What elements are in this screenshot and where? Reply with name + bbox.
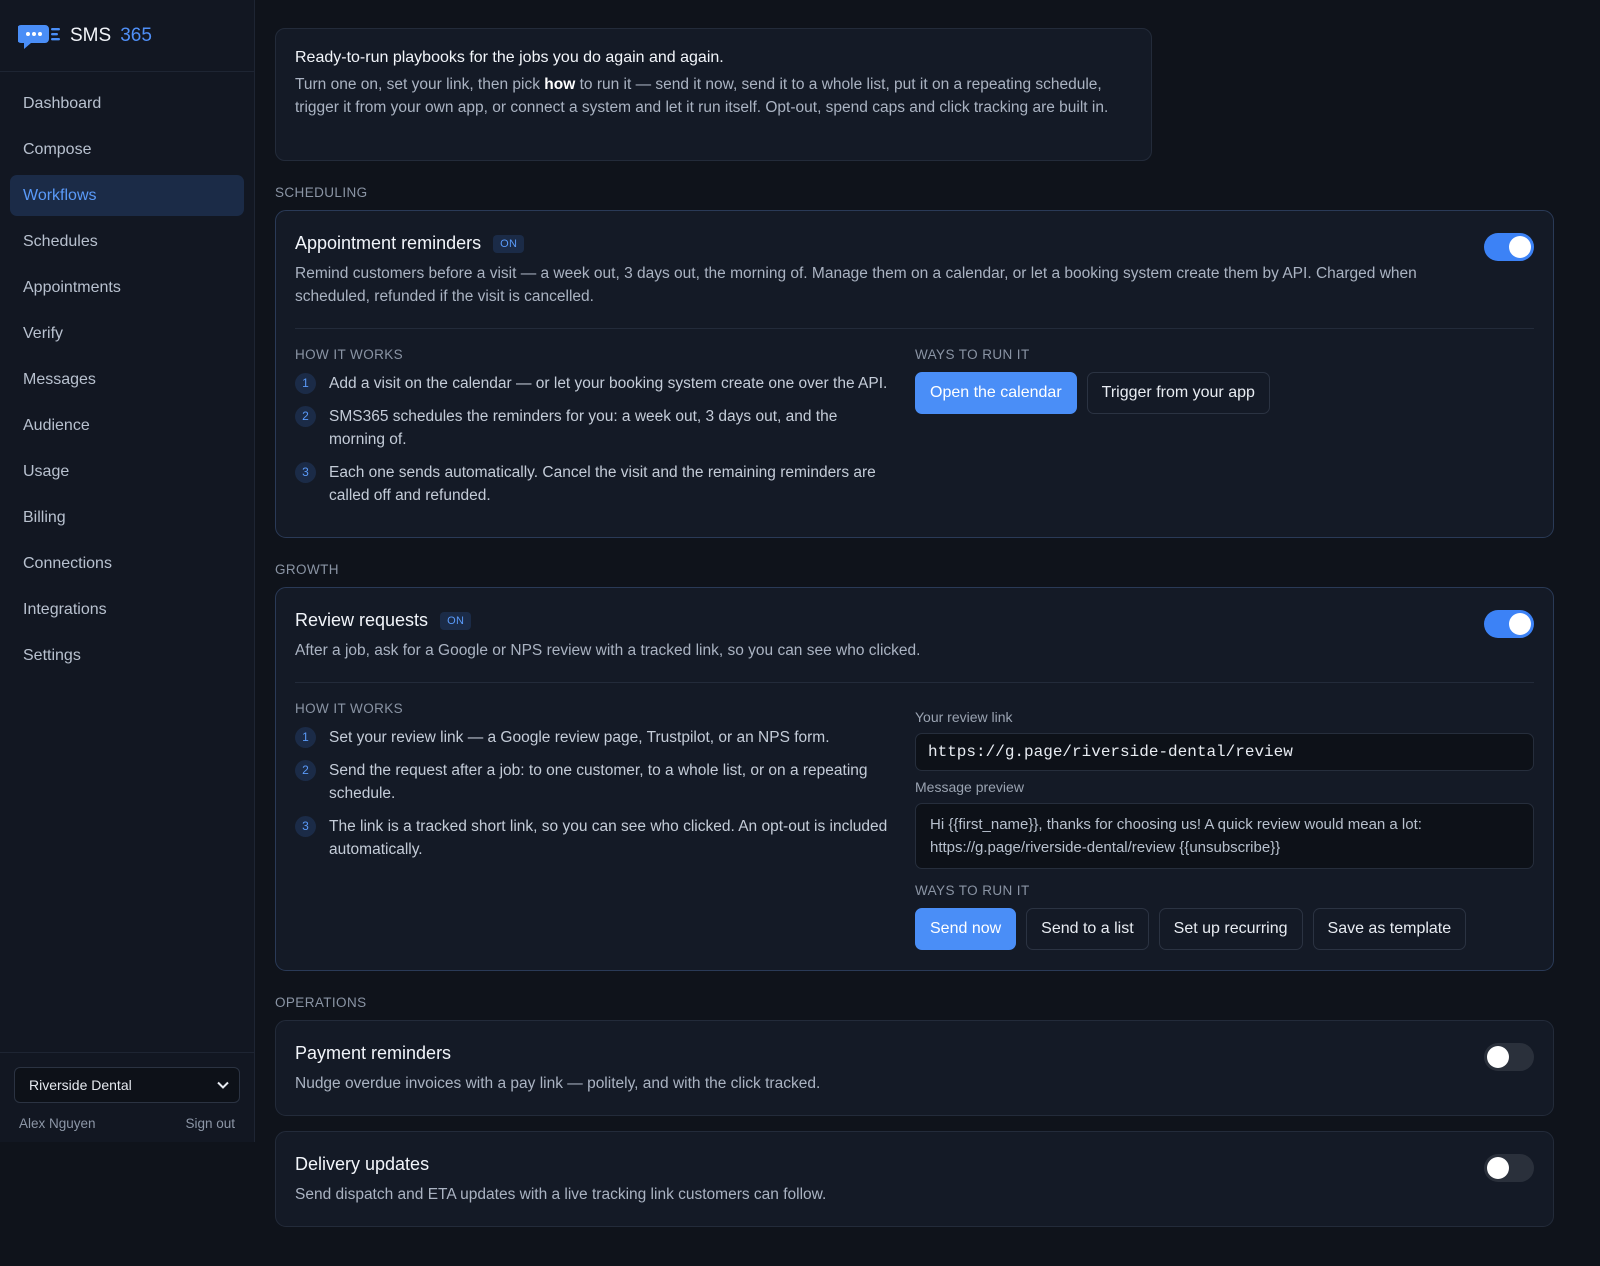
sidebar-item-dashboard[interactable]: Dashboard	[10, 83, 244, 124]
card-description: Send dispatch and ETA updates with a liv…	[295, 1186, 827, 1203]
section-label-operations: OPERATIONS	[275, 995, 367, 1010]
how-it-works-label: HOW IT WORKS	[295, 701, 404, 716]
step-item: 1 Add a visit on the calendar — or let yo…	[295, 372, 895, 395]
intro-body-bold: how	[544, 76, 576, 93]
brand-number: 365	[120, 24, 152, 46]
step-number: 3	[295, 816, 316, 837]
set-up-recurring-button[interactable]: Set up recurring	[1158, 908, 1303, 950]
ways-to-run-label: WAYS TO RUN IT	[915, 883, 1030, 898]
sidebar-item-workflows[interactable]: Workflows	[10, 175, 244, 216]
org-select-value: Riverside Dental	[29, 1077, 132, 1093]
workflow-card-payment-reminders: Payment reminders Nudge overdue invoices…	[275, 1020, 1554, 1116]
step-item: 3 Each one sends automatically. Cancel th…	[295, 461, 895, 507]
toggle-knob	[1509, 236, 1531, 258]
sidebar-footer: Riverside Dental Alex Nguyen Sign out	[0, 1052, 254, 1142]
step-text: SMS365 schedules the reminders for you: …	[329, 408, 838, 448]
sidebar-item-usage[interactable]: Usage	[10, 451, 244, 492]
message-preview: Hi {{first_name}}, thanks for choosing u…	[915, 803, 1534, 869]
open-calendar-button[interactable]: Open the calendar	[915, 372, 1077, 414]
workflow-card-appointment-reminders: Appointment reminders ON Remind customer…	[275, 210, 1554, 538]
status-badge: ON	[493, 234, 525, 253]
card-title: Review requests	[295, 610, 429, 630]
sidebar-item-verify[interactable]: Verify	[10, 313, 244, 354]
sidebar-item-compose[interactable]: Compose	[10, 129, 244, 170]
card-description: After a job, ask for a Google or NPS rev…	[295, 642, 921, 659]
intro-panel: Ready-to-run playbooks for the jobs you …	[275, 28, 1152, 161]
step-number: 1	[295, 373, 316, 394]
step-number: 2	[295, 406, 316, 427]
step-text: Send the request after a job: to one cus…	[329, 762, 868, 802]
sidebar-item-audience[interactable]: Audience	[10, 405, 244, 446]
step-item: 3 The link is a tracked short link, so yo…	[295, 815, 895, 861]
sidebar-nav: Dashboard Compose Workflows Schedules Ap…	[0, 72, 254, 676]
workflow-card-review-requests: Review requests ON After a job, ask for …	[275, 587, 1554, 971]
workflow-card-delivery-updates: Delivery updates Send dispatch and ETA u…	[275, 1131, 1554, 1227]
sidebar-item-billing[interactable]: Billing	[10, 497, 244, 538]
how-it-works-label: HOW IT WORKS	[295, 347, 404, 362]
divider	[295, 682, 1534, 683]
brand-name: SMS	[70, 24, 112, 46]
main-content: Ready-to-run playbooks for the jobs you …	[275, 0, 1555, 1227]
brand[interactable]: SMS 365	[0, 0, 254, 72]
step-item: 2 SMS365 schedules the reminders for you:…	[295, 405, 895, 451]
message-preview-label: Message preview	[915, 779, 1024, 795]
section-label-scheduling: SCHEDULING	[275, 185, 368, 200]
review-link-label: Your review link	[915, 709, 1013, 725]
chat-bubble-logo-icon	[18, 24, 60, 49]
divider	[295, 328, 1534, 329]
toggle-knob	[1487, 1046, 1509, 1068]
review-link-input[interactable]: https://g.page/riverside-dental/review	[915, 733, 1534, 771]
sign-out-link[interactable]: Sign out	[185, 1116, 235, 1131]
card-description: Nudge overdue invoices with a pay link —…	[295, 1075, 821, 1092]
review-requests-toggle[interactable]	[1484, 610, 1534, 638]
status-badge: ON	[440, 611, 472, 630]
appointment-reminders-toggle[interactable]	[1484, 233, 1534, 261]
step-item: 1 Set your review link — a Google review …	[295, 726, 895, 749]
intro-title: Ready-to-run playbooks for the jobs you …	[295, 49, 724, 66]
user-row: Alex Nguyen Sign out	[14, 1116, 240, 1131]
toggle-knob	[1487, 1157, 1509, 1179]
sidebar-item-settings[interactable]: Settings	[10, 635, 244, 676]
trigger-from-app-button[interactable]: Trigger from your app	[1086, 372, 1270, 414]
step-text: Each one sends automatically. Cancel the…	[329, 464, 876, 504]
sidebar-item-schedules[interactable]: Schedules	[10, 221, 244, 262]
step-number: 1	[295, 727, 316, 748]
delivery-updates-toggle[interactable]	[1484, 1154, 1534, 1182]
sidebar-item-connections[interactable]: Connections	[10, 543, 244, 584]
step-text: Add a visit on the calendar — or let you…	[329, 375, 888, 392]
user-name: Alex Nguyen	[19, 1116, 96, 1131]
card-title: Delivery updates	[295, 1154, 430, 1174]
sidebar: SMS 365 Dashboard Compose Workflows Sche…	[0, 0, 255, 1142]
card-title: Payment reminders	[295, 1043, 452, 1063]
org-select[interactable]: Riverside Dental	[14, 1067, 240, 1103]
send-now-button[interactable]: Send now	[915, 908, 1017, 950]
sidebar-item-integrations[interactable]: Integrations	[10, 589, 244, 630]
sidebar-item-appointments[interactable]: Appointments	[10, 267, 244, 308]
step-text: The link is a tracked short link, so you…	[329, 818, 888, 858]
save-as-template-button[interactable]: Save as template	[1312, 908, 1467, 950]
payment-reminders-toggle[interactable]	[1484, 1043, 1534, 1071]
toggle-knob	[1509, 613, 1531, 635]
ways-to-run-label: WAYS TO RUN IT	[915, 347, 1030, 362]
step-number: 3	[295, 462, 316, 483]
section-label-growth: GROWTH	[275, 562, 339, 577]
intro-body: Turn one on, set your link, then pick ho…	[295, 76, 1109, 116]
sidebar-item-messages[interactable]: Messages	[10, 359, 244, 400]
step-number: 2	[295, 760, 316, 781]
card-description: Remind customers before a visit — a week…	[295, 265, 1417, 305]
step-item: 2 Send the request after a job: to one cu…	[295, 759, 895, 805]
card-title: Appointment reminders	[295, 233, 482, 253]
chevron-down-icon	[217, 1081, 229, 1089]
step-text: Set your review link — a Google review p…	[329, 729, 830, 746]
send-to-list-button[interactable]: Send to a list	[1026, 908, 1149, 950]
